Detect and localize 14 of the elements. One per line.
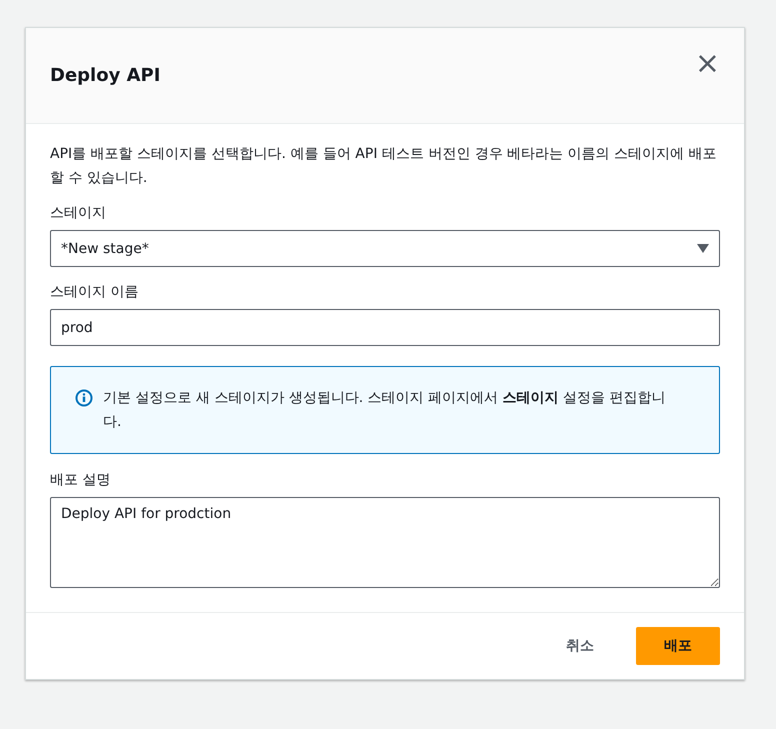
- cancel-button[interactable]: 취소: [544, 627, 616, 665]
- close-button[interactable]: ×: [690, 48, 724, 78]
- description-field[interactable]: Deploy API for prodction: [50, 497, 720, 588]
- stage-name-field[interactable]: prod: [50, 309, 720, 346]
- info-icon: [75, 389, 93, 407]
- stage-dropdown[interactable]: *New stage*: [50, 230, 720, 267]
- deploy-button[interactable]: 배포: [636, 627, 720, 665]
- info-text: 기본 설정으로 새 스테이지가 생성됩니다. 스테이지 페이지에서 스테이지 설정을 편집합니다.: [103, 389, 667, 432]
- dialog-title: Deploy API: [50, 65, 160, 86]
- intro-text: API를 배포할 스테이지를 선택합니다. 예를 들어 API 테스트 버전인 경우 베타라는 이름의 스테이지에 배포할 수 있습니다.: [50, 145, 718, 188]
- field-label: 배포 설명: [50, 471, 112, 489]
- caret-icon: [697, 244, 709, 253]
- field-label: 스테이지 이름: [50, 283, 140, 301]
- field-label: 스테이지: [50, 204, 107, 222]
